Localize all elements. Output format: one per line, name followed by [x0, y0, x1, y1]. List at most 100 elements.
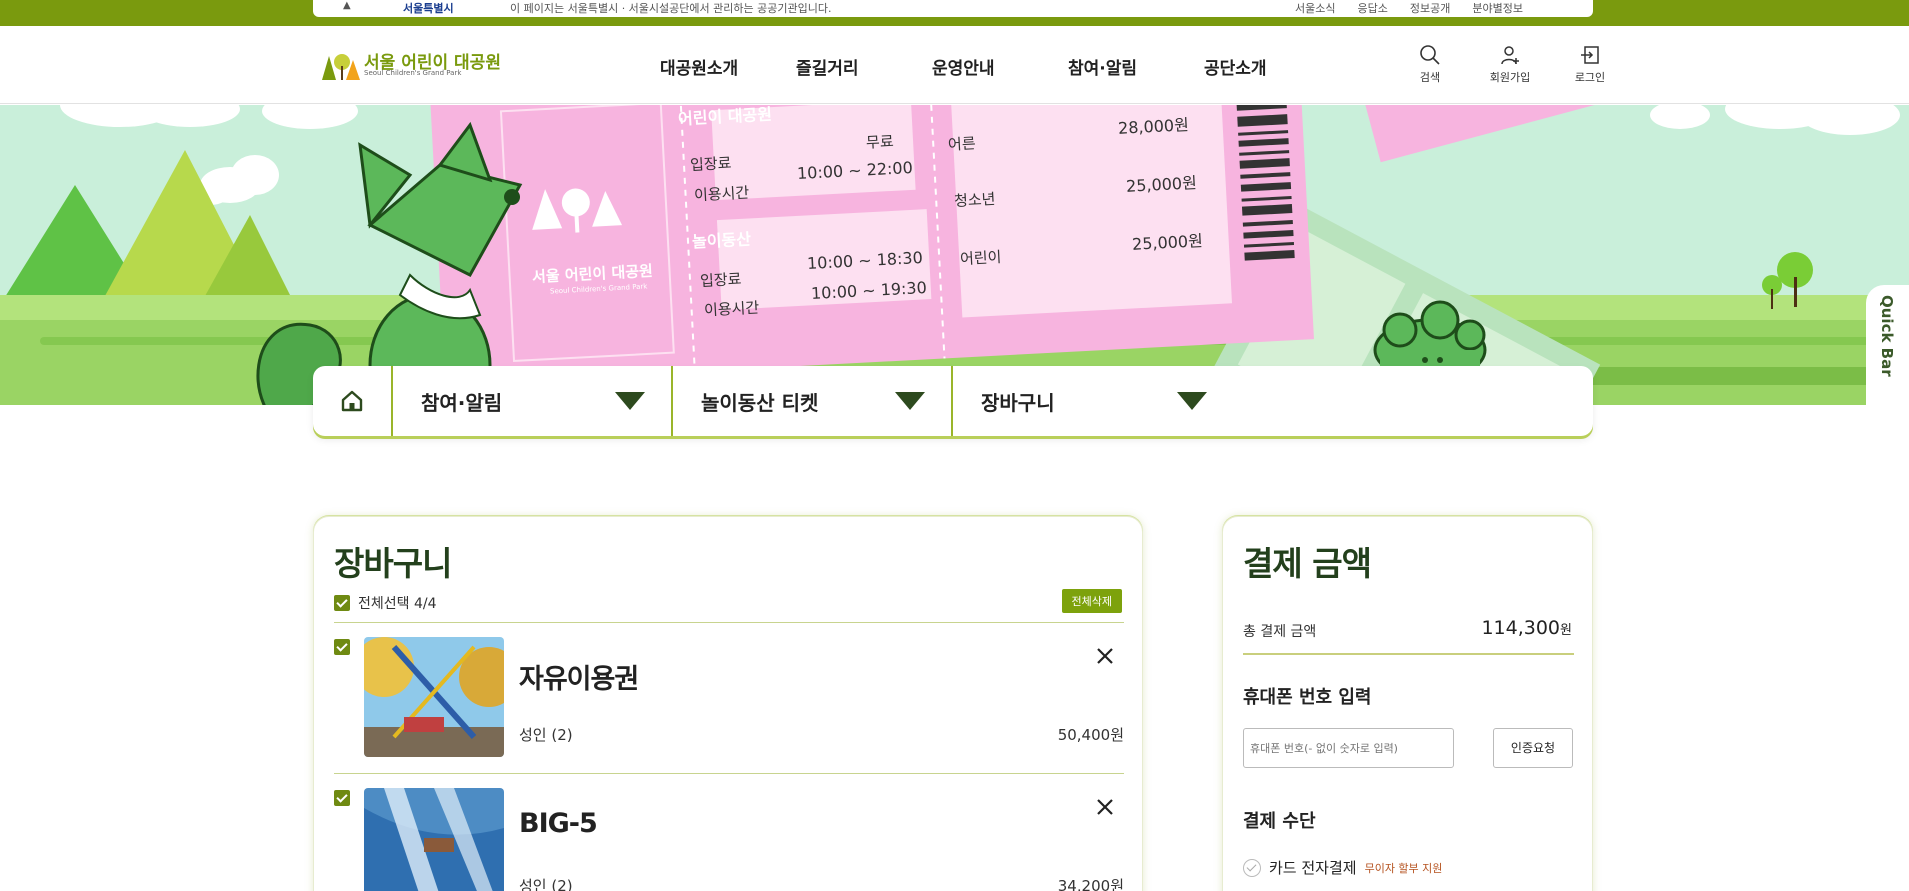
item-checkbox[interactable] [334, 790, 350, 806]
gov-link[interactable]: 응답소 [1358, 0, 1388, 16]
ticket-price-label: 어른 [947, 134, 977, 154]
ticket-header: 어린이 대공원 [677, 105, 773, 129]
ticket-price-value: 28,000원 [1117, 115, 1190, 138]
chevron-down-icon [615, 392, 645, 410]
item-option: 성인 (2) [519, 877, 573, 891]
gov-notice: 이 페이지는 서울특별시 · 서울시설공단에서 관리하는 공공기관입니다. [510, 2, 832, 15]
search-icon [1420, 45, 1440, 65]
cart-title: 장바구니 [334, 544, 452, 583]
ticket-entry-label: 입장료 [689, 153, 732, 175]
payment-method-card[interactable]: 카드 전자결제 무이자 할부 지원 [1243, 857, 1442, 878]
login-label: 로그인 [1574, 71, 1606, 84]
home-button[interactable] [313, 366, 393, 436]
login-button[interactable]: 로그인 [1550, 44, 1630, 85]
gov-logo: ▲ [343, 0, 351, 11]
divider [334, 773, 1124, 774]
divider [334, 622, 1124, 623]
ticket-hours-value: 10:00 ~ 22:00 [796, 157, 914, 184]
main-nav: 대공원소개 즐길거리 운영안내 참여·알림 공단소개 [660, 54, 1340, 79]
total-unit: 원 [1560, 623, 1572, 638]
nav-item-corporation[interactable]: 공단소개 [1204, 54, 1340, 79]
ticket-price-label: 어린이 [959, 247, 1002, 269]
cart-item: BIG-5 성인 (2) 34,200원 [334, 788, 1124, 891]
breadcrumb-label: 참여·알림 [421, 390, 503, 415]
select-all[interactable]: 전체선택 4/4 [334, 593, 437, 613]
gov-banner: ▲ 서울특별시 이 페이지는 서울특별시 · 서울시설공단에서 관리하는 공공기… [313, 0, 1593, 17]
item-thumbnail [364, 788, 504, 891]
home-icon [341, 390, 363, 412]
utility-menu: 검색 회원가입 로그인 [1390, 44, 1630, 85]
breadcrumb-select-depth1[interactable]: 참여·알림 [393, 366, 673, 436]
logo-sub: Seoul Children's Grand Park [364, 69, 462, 77]
breadcrumb: 참여·알림 놀이동산 티켓 장바구니 [313, 366, 1593, 436]
ticket-am-hours-value: 10:00 ~ 19:30 [810, 277, 928, 304]
item-title: BIG-5 [519, 808, 598, 839]
select-all-label: 전체선택 4/4 [358, 596, 437, 612]
quick-bar-label: Quick Bar [1878, 295, 1896, 377]
method-note: 무이자 할부 지원 [1364, 861, 1443, 875]
gov-link[interactable]: 정보공개 [1410, 0, 1450, 16]
gov-link[interactable]: 서울소식 [1295, 0, 1335, 16]
select-all-checkbox[interactable] [334, 595, 350, 611]
divider [1243, 653, 1574, 655]
item-checkbox[interactable] [334, 639, 350, 655]
ticket-am-entry-value: 10:00 ~ 18:30 [806, 247, 924, 274]
ticket-am-entry-label: 입장료 [699, 269, 742, 291]
breadcrumb-label: 놀이동산 티켓 [701, 390, 819, 415]
phone-heading: 휴대폰 번호 입력 [1243, 687, 1372, 708]
ride-photo-image [364, 788, 504, 891]
item-option: 성인 (2) [519, 726, 573, 744]
ticket-text: 어린이 대공원 입장료 무료 이용시간 10:00 ~ 22:00 놀이동산 입… [0, 105, 1909, 405]
ticket-hours-label: 이용시간 [693, 183, 750, 205]
signup-button[interactable]: 회원가입 [1470, 44, 1550, 85]
user-add-icon [1501, 46, 1519, 65]
nav-item-operation[interactable]: 운영안내 [932, 54, 1068, 79]
nav-item-intro[interactable]: 대공원소개 [660, 54, 796, 79]
item-title: 자유이용권 [519, 664, 639, 695]
payment-title: 결제 금액 [1243, 544, 1372, 583]
signup-label: 회원가입 [1489, 71, 1531, 84]
logo-trees-icon [322, 54, 360, 80]
close-icon[interactable] [1094, 796, 1116, 818]
gov-link[interactable]: 분야별정보 [1472, 0, 1523, 16]
auth-request-button[interactable]: 인증요청 [1493, 728, 1573, 768]
seoul-logo[interactable]: 서울특별시 [403, 0, 454, 16]
ticket-price-value: 25,000원 [1131, 231, 1204, 254]
total-amount: 114,300원 [1481, 617, 1572, 639]
gov-links: 서울소식 응답소 정보공개 분야별정보 [1295, 0, 1523, 16]
quick-bar[interactable]: Quick Bar [1866, 285, 1909, 405]
delete-all-button[interactable]: 전체삭제 [1061, 589, 1122, 613]
site-logo[interactable]: 서울 어린이 대공원 Seoul Children's Grand Park [320, 46, 501, 86]
login-icon [1581, 46, 1599, 64]
chevron-down-icon [895, 392, 925, 410]
ticket-amusement-header: 놀이동산 [691, 229, 752, 252]
nav-item-attractions[interactable]: 즐길거리 [796, 54, 932, 79]
item-price: 34,200원 [1057, 877, 1124, 891]
total-value: 114,300 [1481, 617, 1561, 639]
site-header: 서울 어린이 대공원 Seoul Children's Grand Park 대… [0, 26, 1909, 104]
payment-panel: 결제 금액 총 결제 금액 114,300원 휴대폰 번호 입력 인증요청 결제… [1222, 516, 1593, 891]
cart-item: 자유이용권 성인 (2) 50,400원 [334, 637, 1124, 757]
item-price: 50,400원 [1057, 726, 1124, 744]
breadcrumb-label: 장바구니 [981, 390, 1055, 415]
nav-item-participation[interactable]: 참여·알림 [1068, 54, 1204, 79]
item-thumbnail [364, 637, 504, 757]
search-button[interactable]: 검색 [1390, 44, 1470, 85]
ticket-price-label: 청소년 [953, 189, 996, 211]
cart-panel: 장바구니 전체선택 4/4 전체삭제 자유이용권 성인 (2) 50,400원 [313, 516, 1143, 891]
search-label: 검색 [1419, 71, 1441, 84]
phone-input[interactable] [1243, 728, 1454, 768]
ticket-price-value: 25,000원 [1125, 173, 1198, 196]
ride-photo-image [364, 637, 504, 757]
total-label: 총 결제 금액 [1243, 624, 1317, 640]
hero-banner: 어린이 대공원 입장료 무료 이용시간 10:00 ~ 22:00 놀이동산 입… [0, 105, 1909, 405]
method-label: 카드 전자결제 [1269, 859, 1357, 877]
breadcrumb-select-depth3[interactable]: 장바구니 [953, 366, 1233, 436]
ticket-entry-value: 무료 [865, 132, 895, 152]
breadcrumb-select-depth2[interactable]: 놀이동산 티켓 [673, 366, 953, 436]
chevron-down-icon [1177, 392, 1207, 410]
radio-check-icon[interactable] [1243, 858, 1261, 877]
method-heading: 결제 수단 [1243, 811, 1316, 832]
top-strip: ▲ 서울특별시 이 페이지는 서울특별시 · 서울시설공단에서 관리하는 공공기… [0, 0, 1909, 26]
close-icon[interactable] [1094, 645, 1116, 667]
